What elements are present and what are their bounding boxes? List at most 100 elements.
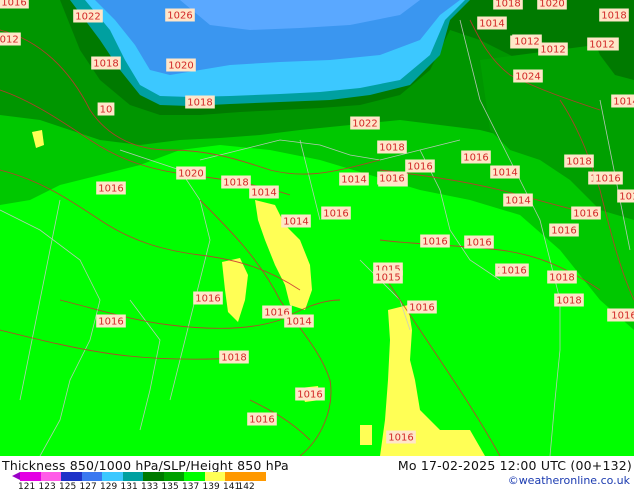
valid-time: Mo 17-02-2025 12:00 UTC (00+132) [397,458,632,473]
pressure-label: 1016 [464,235,494,249]
pressure-label-text: 1016 [195,294,220,305]
legend-tick-label: 133 [141,482,159,492]
pressure-label-text: 1018 [223,178,248,189]
legend-tick-label: 123 [38,482,56,492]
pressure-label-text: 1012 [540,45,565,56]
pressure-label: 1018 [547,270,577,284]
pressure-label: 1016 [386,430,416,444]
pressure-label: 1016 [193,291,223,305]
pressure-label-text: 1018 [566,157,591,168]
legend-swatch [163,472,184,481]
pressure-label: 1018 [554,293,584,307]
pressure-label-text: 1014 [341,175,366,186]
weather-map: 1016102210261018102010181014101810121018… [0,0,634,456]
legend-swatch [225,472,246,481]
pressure-label: 1016 [609,308,634,322]
pressure-label: 1016 [96,181,126,195]
legend-swatch [61,472,82,481]
legend-tick-label: 131 [120,482,138,492]
legend-swatch [81,472,102,481]
pressure-label: 1016 [407,300,437,314]
legend-tick-label: 137 [182,482,200,492]
pressure-label-text: 1018 [379,143,404,154]
pressure-label: 1016 [96,314,126,328]
pressure-label: 1014 [477,16,507,30]
pressure-label: 1014 [611,94,634,108]
legend-swatch [204,472,225,481]
pressure-label: 1016 [593,171,623,185]
pressure-label-text: 1014 [251,188,276,199]
legend-tick-label: 125 [59,482,77,492]
pressure-label: 1016 [461,150,491,164]
pressure-label: 1014 [503,193,533,207]
pressure-label-text: 1020 [539,0,564,10]
pressure-label-text: 1012 [589,40,614,51]
thickness-map-canvas: 1016102210261018102010181014101810121018… [0,0,634,456]
legend-swatch [40,472,61,481]
legend-swatch [143,472,164,481]
site-credit[interactable]: ©weatheronline.co.uk [508,474,630,487]
pressure-label-text: 1018 [93,59,118,70]
pressure-label-text: 1016 [407,162,432,173]
pressure-label: 1012 [587,37,617,51]
thickness-field-137-f [360,425,372,445]
pressure-label-text: 1016 [98,184,123,195]
pressure-label-text: 1022 [75,12,100,23]
pressure-label: 1018 [599,8,629,22]
pressure-label-text: 1026 [167,11,192,22]
pressure-label: 1016 [499,263,529,277]
legend-tick-label: 142 [237,482,255,492]
pressure-label: 1016 [405,159,435,173]
pressure-label-text: 1016 [249,415,274,426]
pressure-label-text: 1018 [549,273,574,284]
pressure-label-text: 1018 [187,98,212,109]
pressure-label-text: 1016 [98,317,123,328]
pressure-label-text: 1016 [611,311,634,322]
legend-tick-label: 139 [202,482,220,492]
pressure-label: 1018 [219,350,249,364]
pressure-label-text: 1022 [352,119,377,130]
pressure-label-text: 1012 [0,35,19,46]
pressure-label-text: 1016 [323,209,348,220]
pressure-label: 1024 [513,69,543,83]
pressure-label-text: 1016 [297,390,322,401]
pressure-label-text: 1018 [221,353,246,364]
pressure-label: 1012 [0,32,21,46]
pressure-label: 1018 [493,0,523,10]
pressure-label: 1015 [373,270,403,284]
pressure-label-text: 1016 [463,153,488,164]
pressure-label-text: 1016 [466,238,491,249]
pressure-label-text: 1014 [286,317,311,328]
pressure-label-text: 1012 [514,37,539,48]
pressure-label-text: 1018 [619,192,634,203]
pressure-label-text: 1014 [283,217,308,228]
pressure-label: 1018 [221,175,251,189]
pressure-label-text: 10 [100,105,113,116]
legend-arrow-icon [12,472,20,480]
pressure-label: 1020 [166,58,196,72]
legend-tick-label: 129 [100,482,118,492]
pressure-label: 1018 [185,95,215,109]
pressure-label-text: 1016 [1,0,26,9]
pressure-label: 1018 [91,56,121,70]
pressure-label-text: 1016 [595,174,620,185]
pressure-label-text: 1016 [388,433,413,444]
pressure-label-text: 1018 [495,0,520,10]
pressure-label-text: 1016 [422,237,447,248]
pressure-label: 1016 [247,412,277,426]
legend-swatch [102,472,123,481]
legend-swatch [20,472,41,481]
legend-swatch [122,472,143,481]
pressure-label-text: 1014 [492,168,517,179]
pressure-label: 1026 [165,8,195,22]
pressure-label-text: 1014 [613,97,634,108]
pressure-label-text: 1018 [556,296,581,307]
pressure-label: 1016 [571,206,601,220]
legend-tick-label: 121 [18,482,36,492]
pressure-label: 1014 [339,172,369,186]
color-legend [20,472,266,481]
pressure-label: 1014 [284,314,314,328]
pressure-label-text: 1024 [515,72,540,83]
pressure-label-text: 1020 [178,169,203,180]
pressure-label-text: 1020 [168,61,193,72]
